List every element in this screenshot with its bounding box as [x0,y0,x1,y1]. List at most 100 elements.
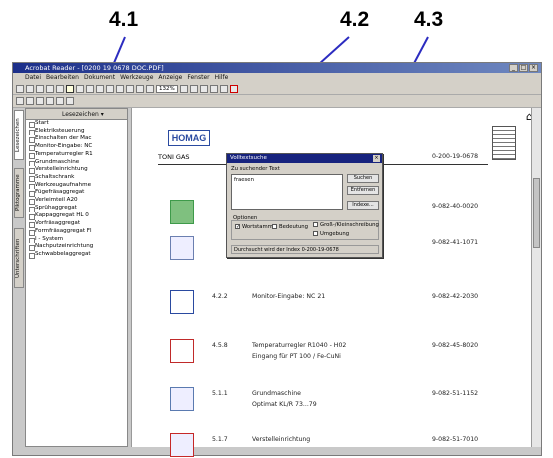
row-code: 9-082-51-7010 [432,436,479,443]
show-navigation-icon[interactable] [46,84,54,93]
menu-bearbeiten[interactable]: Bearbeiten [46,73,79,83]
bookmark-item[interactable]: Sprühaggregat [26,205,127,213]
entfernen-button[interactable]: Entfernen [347,186,379,195]
dialog-status: Durchsucht wird der Index 0-200-19-0678 [231,245,379,254]
bookmark-item[interactable]: Einschalten der Mac [26,135,127,144]
select-tool-icon[interactable] [16,97,24,105]
minimize-button[interactable]: _ [509,64,518,72]
highlight-tool-icon[interactable] [56,97,64,105]
menu-werkzeuge[interactable]: Werkzeuge [120,73,153,83]
fit-page-icon[interactable] [199,84,208,93]
search-text-input[interactable]: fraesen [231,174,343,210]
suchen-button[interactable]: Suchen [347,174,379,183]
menu-fenster[interactable]: Fenster [187,73,209,83]
bookmark-item[interactable]: Schwabbelaggregat [26,251,127,259]
checkbox-gross-klein[interactable] [313,222,318,227]
dialog-title-bar: Volltextsuche × [227,154,382,163]
menu-datei[interactable]: Datei [25,73,41,83]
save-icon[interactable] [26,84,34,93]
callout-4-1: 4.1 [109,8,139,31]
checkbox-umgebung[interactable] [313,231,318,236]
zoom-out-icon[interactable] [146,84,154,93]
bookmark-item[interactable]: Fügefräsaggregat [26,189,127,198]
search-query: fraesen [234,177,254,183]
find-icon[interactable] [56,84,64,93]
acrobat-window: Acrobat Reader - [0200 19 0678 DOC.PDF] … [12,62,542,457]
link-tool-icon[interactable] [66,97,74,105]
row-title: Verstelleinrichtung [252,436,311,443]
bookmark-item[interactable]: Vorfräsaggregat [26,220,127,228]
last-page-icon[interactable] [116,84,124,93]
bookmark-item[interactable]: Schaltschrank [26,174,127,182]
bookmark-item[interactable]: Temperaturregler R1 [26,151,127,159]
go-forward-icon[interactable] [136,84,144,93]
help-icon[interactable] [229,84,238,93]
menu-dokument[interactable]: Dokument [84,73,115,83]
hand-tool-icon[interactable] [76,84,84,93]
option-umgebung[interactable]: Umgebung [313,231,349,237]
fit-width-icon[interactable] [209,84,218,93]
bookmark-item[interactable]: Monitor-Eingabe: NC [26,143,127,151]
search-label: Zu suchender Text [231,166,280,172]
go-back-icon[interactable] [126,84,134,93]
row-subtitle: Eingang für PT 100 / Fe-CuNi [252,353,341,360]
bookmark-item[interactable]: Elektriksteuerung [26,128,127,136]
row-subtitle: Optimat KL/R 73...79 [252,401,317,408]
window-title: Acrobat Reader - [0200 19 0678 DOC.PDF] [25,64,164,72]
screenshot: 4.1 4.2 4.3 Acrobat Reader - [0200 19 06… [0,0,553,458]
rotate-icon[interactable] [219,84,228,93]
zoom-field[interactable]: 132% [156,84,178,93]
callout-4-3: 4.3 [414,8,444,31]
bookmark-item[interactable]: Werkzeugaufnahme [26,182,127,190]
graphics-select-icon[interactable] [36,97,44,105]
tab-lesezeichen[interactable]: Lesezeichen [14,110,24,160]
option-gross-klein[interactable]: Groß-/Kleinschreibung [313,222,379,228]
row-title: Grundmaschine [252,390,301,397]
next-page-icon[interactable] [106,84,114,93]
tab-unterschriften[interactable]: Unterschriften [14,228,24,288]
text-select-icon[interactable] [26,97,34,105]
menu-anzeige[interactable]: Anzeige [158,73,182,83]
dialog-close-icon[interactable]: × [373,155,380,162]
title-bar: Acrobat Reader - [0200 19 0678 DOC.PDF] … [13,63,541,73]
option-bedeutung[interactable]: Bedeutung [272,224,308,230]
zoom-in-icon[interactable] [179,84,188,93]
bookmark-list: Start Elektriksteuerung Einschalten der Ma… [26,120,127,259]
bookmark-item[interactable]: Verstelleinrichtung [26,166,127,174]
checkbox-bedeutung[interactable] [272,224,277,229]
checkbox-wortstamm[interactable]: ✓ [235,224,240,230]
scroll-thumb[interactable] [533,178,540,248]
print-icon[interactable] [36,84,44,93]
open-icon[interactable] [16,84,24,93]
fulltext-search-icon[interactable] [66,84,74,93]
row-number: 5.1.7 [212,436,228,443]
bookmark-item[interactable]: Verleimteil A20 [26,197,127,205]
row-code: 9-082-40-0020 [432,203,479,210]
doc-header-left: TONI GAS [158,153,190,161]
indexe-button[interactable]: Indexe... [347,201,379,210]
dialog-title: Volltextsuche [230,155,267,161]
bookmark-item[interactable]: Nachputzeinrichtung [26,243,127,251]
bookmark-header[interactable]: Lesezeichen ▾ [26,109,127,120]
option-wortstamm[interactable]: ✓ Wortstamm [235,224,273,230]
close-button[interactable]: × [529,64,538,72]
maximize-button[interactable]: □ [519,64,528,72]
prev-page-icon[interactable] [96,84,104,93]
bookmark-item[interactable]: I - System [26,236,127,244]
bookmark-item[interactable]: Formfräsaggregat Fl [26,228,127,236]
menu-hilfe[interactable]: Hilfe [215,73,229,83]
homag-logo: HOMAG [168,130,210,146]
note-tool-icon[interactable] [46,97,54,105]
vertical-scrollbar[interactable] [531,108,541,447]
first-page-icon[interactable] [86,84,94,93]
row-code: 9-082-41-1071 [432,239,479,246]
bookmark-item[interactable]: Start [26,120,127,128]
row-title: Monitor-Eingabe: NC 21 [252,293,326,300]
bookmark-item[interactable]: Grundmaschine [26,159,127,167]
tab-piktogramme[interactable]: Piktogramme [14,168,24,218]
row-icon [170,200,194,224]
wortstamm-label: Wortstamm [242,224,273,230]
actual-size-icon[interactable] [189,84,198,93]
bedeutung-label: Bedeutung [279,224,309,230]
bookmark-item[interactable]: Kappaggregat HL 0 [26,212,127,221]
